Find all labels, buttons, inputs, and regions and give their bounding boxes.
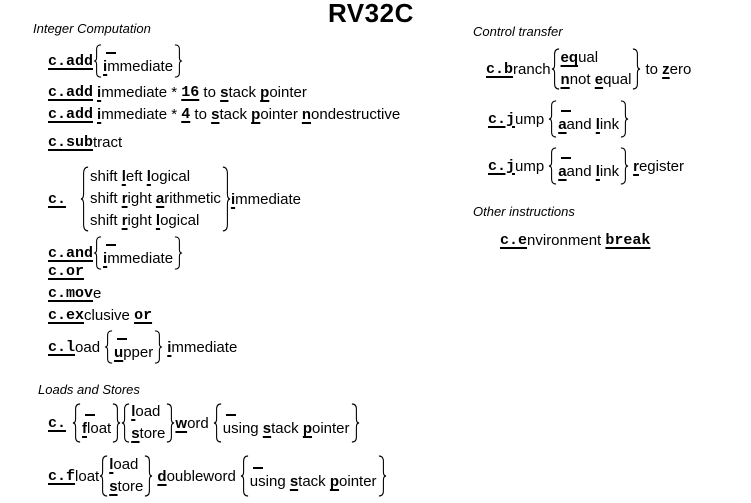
row-c-or: c.or <box>48 263 85 280</box>
row-c-load-upper-immediate: c.l oad upper i mmediate <box>48 330 237 364</box>
right-brace <box>222 166 231 232</box>
row-c-float-load-store-word: c. float load store w ord using stack poi… <box>48 403 360 443</box>
row-c-add-4-sp-nondestructive: c.add i mmediate * 4 to s tack p ointer n on… <box>48 106 401 123</box>
left-brace <box>80 166 89 232</box>
right-brace <box>174 236 183 270</box>
section-control-transfer: Control transfer <box>473 24 563 39</box>
row-c-subtract: c.sub tract <box>48 134 123 151</box>
left-brace <box>93 44 102 78</box>
row-c-environment-break: c.e nvironment break <box>500 232 651 249</box>
section-loads-and-stores: Loads and Stores <box>38 382 140 397</box>
row-c-add-16-sp: c.add i mmediate * 16 to s tack p ointer <box>48 84 307 101</box>
row-c-branch: c.b ranch equal nnot equal to z ero <box>486 48 692 90</box>
right-brace <box>174 44 183 78</box>
page-title: RV32C <box>328 0 414 28</box>
row-c-shift: c. shift left logical shift right arithm… <box>48 166 301 232</box>
op-c-add: c.add <box>48 52 94 70</box>
row-c-jump-register: c.j ump aand link r egister <box>488 147 684 185</box>
empty-option <box>106 50 117 55</box>
row-c-add-immediate: c.add immediate <box>48 44 183 78</box>
row-c-exclusive-or: c.e x clusive or <box>48 307 153 324</box>
row-c-jump-and-link: c.j ump aand link <box>488 100 629 138</box>
row-c-move: c.mov e <box>48 285 102 302</box>
section-integer-computation: Integer Computation <box>33 21 151 36</box>
section-other-instructions: Other instructions <box>473 204 575 219</box>
left-brace <box>93 236 102 270</box>
row-c-float-doubleword: c.f loat load store d oubleword using stac… <box>48 455 387 497</box>
